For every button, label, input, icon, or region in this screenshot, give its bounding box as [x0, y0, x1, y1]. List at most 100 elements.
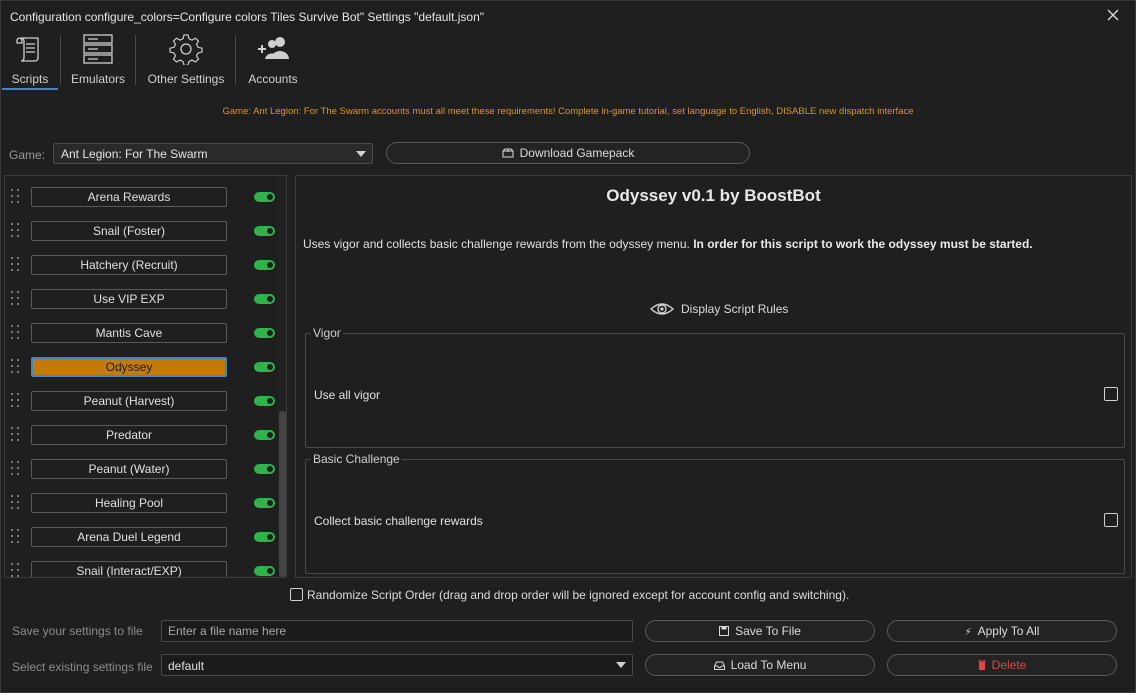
randomize-checkbox[interactable]: [290, 588, 303, 601]
use-all-vigor-checkbox[interactable]: [1104, 387, 1118, 401]
tab-other-settings[interactable]: Other Settings: [142, 30, 230, 90]
randomize-label: Randomize Script Order (drag and drop or…: [307, 588, 850, 602]
tab-emulators[interactable]: Emulators: [64, 30, 132, 90]
script-enabled-toggle[interactable]: [254, 226, 275, 236]
scrollbar-thumb[interactable]: [279, 411, 286, 577]
script-enabled-toggle[interactable]: [254, 260, 275, 270]
script-description: Uses vigor and collects basic challenge …: [303, 237, 1033, 251]
script-name-button[interactable]: Predator: [31, 425, 227, 445]
drag-handle-icon[interactable]: [11, 223, 21, 239]
script-enabled-toggle[interactable]: [254, 328, 275, 338]
trash-icon: [977, 657, 986, 677]
script-name-button[interactable]: Snail (Foster): [31, 221, 227, 241]
server-icon: [83, 34, 113, 64]
drag-handle-icon[interactable]: [11, 393, 21, 409]
script-enabled-toggle[interactable]: [254, 464, 275, 474]
gear-icon: [169, 34, 203, 65]
apply-to-all-label: Apply To All: [977, 624, 1040, 638]
tab-accounts-label: Accounts: [248, 72, 298, 86]
script-row[interactable]: Arena Rewards: [5, 186, 275, 208]
script-name-button[interactable]: Peanut (Harvest): [31, 391, 227, 411]
save-to-file-button[interactable]: Save To File: [645, 620, 875, 642]
tab-other-settings-label: Other Settings: [147, 72, 225, 86]
game-label: Game:: [9, 148, 46, 162]
download-gamepack-button[interactable]: Download Gamepack: [386, 142, 750, 164]
script-enabled-toggle[interactable]: [254, 430, 275, 440]
drag-handle-icon[interactable]: [11, 495, 21, 511]
script-name-button[interactable]: Arena Duel Legend: [31, 527, 227, 547]
drag-handle-icon[interactable]: [11, 427, 21, 443]
collect-basic-challenge-label: Collect basic challenge rewards: [314, 514, 483, 528]
inbox-icon: [713, 657, 725, 677]
script-name-button[interactable]: Hatchery (Recruit): [31, 255, 227, 275]
script-row[interactable]: Odyssey: [5, 356, 275, 378]
vigor-group: Vigor Use all vigor: [305, 326, 1125, 448]
add-users-icon: [258, 37, 289, 59]
script-name-button[interactable]: Arena Rewards: [31, 187, 227, 207]
drag-handle-icon[interactable]: [11, 189, 21, 205]
script-enabled-toggle[interactable]: [254, 294, 275, 304]
delete-button[interactable]: Delete: [887, 654, 1117, 676]
script-name-button[interactable]: Peanut (Water): [31, 459, 227, 479]
tab-emulators-label: Emulators: [70, 72, 126, 86]
delete-label: Delete: [991, 658, 1027, 672]
script-row[interactable]: Peanut (Harvest): [5, 390, 275, 412]
script-list[interactable]: Arena Rewards Snail (Foster) Hatchery (Rec…: [4, 175, 287, 578]
chevron-down-icon: [356, 151, 366, 157]
script-row[interactable]: Mantis Cave: [5, 322, 275, 344]
script-name-button[interactable]: Healing Pool: [31, 493, 227, 513]
close-icon[interactable]: [1105, 7, 1121, 23]
game-select[interactable]: Ant Legion: For The Swarm: [53, 143, 373, 164]
collect-basic-challenge-checkbox[interactable]: [1104, 513, 1118, 527]
drag-handle-icon[interactable]: [11, 325, 21, 341]
script-row[interactable]: Snail (Interact/EXP): [5, 560, 275, 577]
script-row[interactable]: Arena Duel Legend: [5, 526, 275, 548]
tab-scripts[interactable]: Scripts: [2, 30, 58, 90]
settings-filename-input[interactable]: [161, 620, 633, 642]
script-row[interactable]: Hatchery (Recruit): [5, 254, 275, 276]
drag-handle-icon[interactable]: [11, 529, 21, 545]
apply-to-all-button[interactable]: ⚡ Apply To All: [887, 620, 1117, 642]
toolbar-divider: [235, 35, 236, 85]
settings-file-select[interactable]: default: [161, 654, 633, 676]
drag-handle-icon[interactable]: [11, 563, 21, 577]
basic-challenge-group: Basic Challenge Collect basic challenge …: [305, 452, 1125, 574]
game-select-value: Ant Legion: For The Swarm: [61, 147, 208, 161]
script-row[interactable]: Healing Pool: [5, 492, 275, 514]
script-name-button[interactable]: Mantis Cave: [31, 323, 227, 343]
select-settings-label: Select existing settings file: [12, 660, 153, 674]
script-list-scrollbar[interactable]: [278, 176, 286, 577]
title-bar: Configuration configure_colors=Configure…: [0, 0, 1136, 30]
script-row[interactable]: Predator: [5, 424, 275, 446]
drag-handle-icon[interactable]: [11, 291, 21, 307]
script-row[interactable]: Use VIP EXP: [5, 288, 275, 310]
scroll-icon: [16, 37, 39, 62]
script-name-button[interactable]: Odyssey: [31, 357, 227, 377]
settings-file-select-value: default: [168, 659, 205, 673]
drag-handle-icon[interactable]: [11, 359, 21, 375]
vigor-group-label: Vigor: [311, 326, 343, 340]
script-name-button[interactable]: Use VIP EXP: [31, 289, 227, 309]
script-description-text: Uses vigor and collects basic challenge …: [303, 237, 690, 251]
script-enabled-toggle[interactable]: [254, 498, 275, 508]
save-settings-label: Save your settings to file: [12, 624, 143, 638]
script-detail-panel: Odyssey v0.1 by BoostBot Uses vigor and …: [295, 175, 1132, 578]
script-enabled-toggle[interactable]: [254, 566, 275, 576]
drag-handle-icon[interactable]: [11, 461, 21, 477]
script-enabled-toggle[interactable]: [254, 532, 275, 542]
window-title: Configuration configure_colors=Configure…: [10, 10, 485, 24]
download-gamepack-label: Download Gamepack: [519, 146, 635, 160]
script-enabled-toggle[interactable]: [254, 362, 275, 372]
script-description-warning: In order for this script to work the ody…: [693, 237, 1033, 251]
eye-icon: [650, 303, 674, 315]
script-row[interactable]: Peanut (Water): [5, 458, 275, 480]
chevron-down-icon: [616, 662, 626, 668]
tab-accounts[interactable]: Accounts: [242, 30, 304, 90]
script-row[interactable]: Snail (Foster): [5, 220, 275, 242]
script-enabled-toggle[interactable]: [254, 396, 275, 406]
drag-handle-icon[interactable]: [11, 257, 21, 273]
load-to-menu-button[interactable]: Load To Menu: [645, 654, 875, 676]
script-name-button[interactable]: Snail (Interact/EXP): [31, 561, 227, 577]
toolbar-divider: [60, 35, 61, 85]
script-enabled-toggle[interactable]: [254, 192, 275, 202]
